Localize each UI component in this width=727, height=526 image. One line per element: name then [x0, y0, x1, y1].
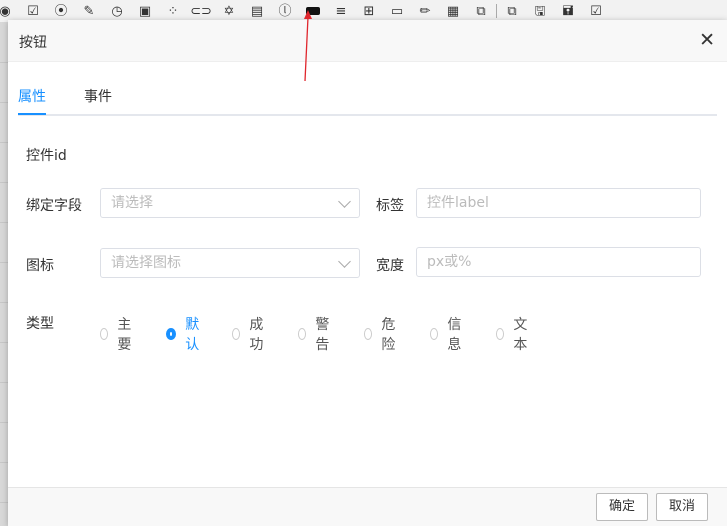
- radio-label: 成功: [249, 317, 264, 353]
- icon-select[interactable]: 请选择图标: [100, 248, 360, 278]
- data-table-icon[interactable]: ▦: [442, 0, 464, 22]
- radio-info[interactable]: 信息: [430, 314, 465, 354]
- radio-primary[interactable]: 主要: [100, 314, 135, 354]
- radio-label: 主要: [117, 317, 132, 353]
- grid-dots-icon[interactable]: ⁘: [162, 0, 184, 22]
- save-as-icon[interactable]: 🖬: [557, 0, 579, 22]
- preview-icon[interactable]: ⧉: [501, 0, 523, 22]
- control-id-label: 控件id: [26, 148, 67, 164]
- text-format-icon[interactable]: ≡: [330, 0, 352, 22]
- toggle-icon[interactable]: ⦿: [50, 0, 72, 22]
- radio-warning[interactable]: 警告: [298, 314, 333, 354]
- radio-circle: [298, 328, 307, 340]
- radio-label: 文本: [513, 317, 528, 353]
- radio-circle: [100, 328, 109, 340]
- tag-placeholder: 控件label: [427, 195, 489, 211]
- radio-label: 默认: [185, 317, 200, 353]
- icon-placeholder: 请选择图标: [111, 255, 181, 271]
- table-icon[interactable]: ⊞: [358, 0, 380, 22]
- dialog-title: 按钮: [19, 35, 47, 51]
- radio-label: 信息: [447, 317, 462, 353]
- bind-field-label: 绑定字段: [26, 198, 82, 214]
- checkbox-icon[interactable]: ☑: [22, 0, 44, 22]
- chevron-down-icon: [338, 255, 351, 268]
- pencil-icon[interactable]: ✏: [414, 0, 436, 22]
- button-properties-dialog: 按钮 ✕ 属性 事件 控件id 绑定字段 请选择 标签 控件label 图标 请…: [8, 20, 727, 526]
- tab-bar: 属性 事件: [18, 78, 717, 116]
- radio-success[interactable]: 成功: [232, 314, 267, 354]
- radio-label: 警告: [315, 317, 330, 353]
- button-icon[interactable]: [302, 0, 324, 22]
- close-icon[interactable]: ✕: [699, 29, 715, 51]
- toolbar-separator: [496, 4, 497, 18]
- icon-label: 图标: [26, 258, 54, 274]
- type-label: 类型: [26, 316, 54, 332]
- clock-icon[interactable]: ◷: [106, 0, 128, 22]
- radio-circle: [166, 328, 177, 340]
- radio-circle: [496, 328, 505, 340]
- save-icon[interactable]: 🖫: [529, 0, 551, 22]
- radio-text[interactable]: 文本: [496, 314, 531, 354]
- confirm-button[interactable]: 确定: [596, 493, 649, 521]
- dialog-header: 按钮 ✕: [8, 20, 727, 62]
- window-icon[interactable]: ▭: [386, 0, 408, 22]
- radio-circle: [430, 328, 439, 340]
- radio-circle: [364, 328, 373, 340]
- label-icon[interactable]: ⓛ: [274, 0, 296, 22]
- width-label: 宽度: [376, 258, 404, 274]
- tag-input[interactable]: 控件label: [416, 188, 701, 218]
- radio-circle: [232, 328, 241, 340]
- tab-properties[interactable]: 属性: [18, 86, 46, 115]
- link-icon[interactable]: ⊂⊃: [190, 0, 212, 22]
- tag-label: 标签: [376, 198, 404, 214]
- radio-danger[interactable]: 危险: [364, 314, 399, 354]
- button-shape: [306, 7, 320, 15]
- form-icon[interactable]: ▣: [134, 0, 156, 22]
- radio-icon[interactable]: ◉: [0, 0, 16, 22]
- width-input[interactable]: px或%: [416, 247, 701, 277]
- tab-events[interactable]: 事件: [84, 86, 112, 112]
- radio-label: 危险: [381, 317, 396, 353]
- cancel-button[interactable]: 取消: [656, 493, 709, 521]
- dialog-footer: 确定 取消: [8, 487, 727, 526]
- radio-default[interactable]: 默认: [166, 314, 201, 354]
- code-file-icon[interactable]: ⧉: [470, 0, 492, 22]
- left-gutter: [0, 22, 8, 526]
- check-icon[interactable]: ☑: [585, 0, 607, 22]
- chevron-down-icon: [338, 195, 351, 208]
- star-icon[interactable]: ✡: [218, 0, 240, 22]
- document-icon[interactable]: ▤: [246, 0, 268, 22]
- bind-field-select[interactable]: 请选择: [100, 188, 360, 218]
- width-placeholder: px或%: [427, 254, 472, 270]
- rich-text-icon[interactable]: ✎: [78, 0, 100, 22]
- bind-field-placeholder: 请选择: [111, 195, 153, 211]
